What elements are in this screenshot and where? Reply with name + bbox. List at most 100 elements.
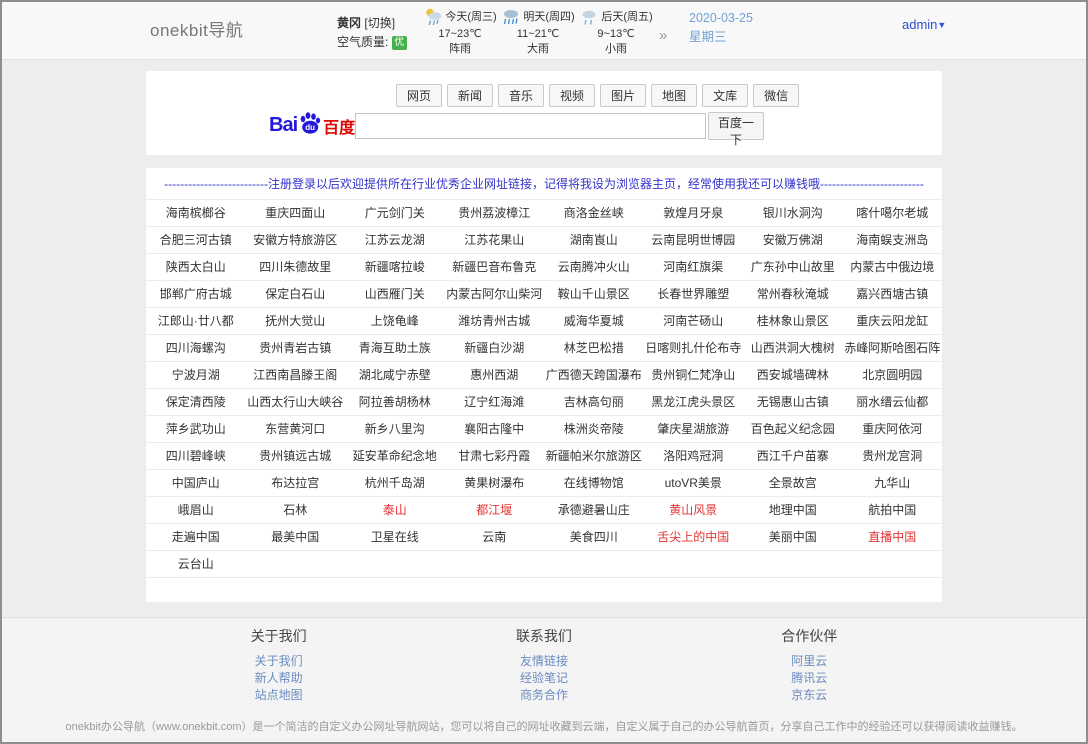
nav-link[interactable]: 最美中国 [246, 524, 346, 550]
nav-link[interactable]: 株洲炎帝陵 [544, 416, 644, 442]
nav-link[interactable]: 阿拉善胡杨林 [345, 389, 445, 415]
weather-more-arrow-icon[interactable]: » [659, 27, 667, 44]
search-tab-视频[interactable]: 视频 [549, 84, 595, 107]
nav-link[interactable]: 杭州千岛湖 [345, 470, 445, 496]
nav-link[interactable]: 黑龙江虎头景区 [644, 389, 744, 415]
nav-link[interactable]: 安徽方特旅游区 [246, 227, 346, 253]
nav-link[interactable]: 四川碧峰峡 [146, 443, 246, 469]
nav-link[interactable]: 江苏花果山 [445, 227, 545, 253]
nav-link[interactable]: 东营黄河口 [246, 416, 346, 442]
nav-link[interactable]: 美食四川 [544, 524, 644, 550]
nav-link[interactable]: 在线博物馆 [544, 470, 644, 496]
nav-link[interactable]: 陕西太白山 [146, 254, 246, 280]
nav-link[interactable]: utoVR美景 [644, 470, 744, 496]
nav-link[interactable]: 河南芒砀山 [644, 308, 744, 334]
nav-link[interactable]: 贵州青岩古镇 [246, 335, 346, 361]
nav-link[interactable]: 云南 [445, 524, 545, 550]
user-menu[interactable]: admin▼ [902, 17, 946, 32]
footer-link[interactable]: 关于我们 [146, 653, 411, 670]
nav-link[interactable]: 嘉兴西塘古镇 [843, 281, 943, 307]
nav-link[interactable]: 卫星在线 [345, 524, 445, 550]
nav-link[interactable]: 百色起义纪念园 [743, 416, 843, 442]
nav-link[interactable]: 四川海螺沟 [146, 335, 246, 361]
nav-link[interactable]: 河南红旗渠 [644, 254, 744, 280]
nav-link[interactable]: 舌尖上的中国 [644, 524, 744, 550]
search-tab-新闻[interactable]: 新闻 [447, 84, 493, 107]
nav-link[interactable]: 贵州镇远古城 [246, 443, 346, 469]
nav-link[interactable]: 喀什噶尔老城 [843, 200, 943, 226]
nav-link[interactable]: 保定清西陵 [146, 389, 246, 415]
nav-link[interactable]: 吉林高句丽 [544, 389, 644, 415]
footer-link[interactable]: 阿里云 [677, 653, 942, 670]
footer-link[interactable]: 京东云 [677, 687, 942, 704]
nav-link[interactable]: 承德避暑山庄 [544, 497, 644, 523]
search-tab-网页[interactable]: 网页 [396, 84, 442, 107]
footer-link[interactable]: 新人帮助 [146, 670, 411, 687]
nav-link[interactable]: 广元剑门关 [345, 200, 445, 226]
nav-link[interactable]: 甘肃七彩丹霞 [445, 443, 545, 469]
nav-link[interactable]: 山西雁门关 [345, 281, 445, 307]
nav-link[interactable]: 走遍中国 [146, 524, 246, 550]
nav-link[interactable]: 山西洪洞大槐树 [743, 335, 843, 361]
footer-link[interactable]: 经验笔记 [411, 670, 676, 687]
nav-link[interactable]: 合肥三河古镇 [146, 227, 246, 253]
nav-link[interactable]: 广西德天跨国瀑布 [544, 362, 644, 388]
nav-link[interactable]: 赤峰阿斯哈图石阵 [843, 335, 943, 361]
nav-link[interactable]: 全景故宫 [743, 470, 843, 496]
nav-link[interactable]: 宁波月湖 [146, 362, 246, 388]
nav-link[interactable]: 日喀则扎什伦布寺 [644, 335, 744, 361]
nav-link[interactable]: 潍坊青州古城 [445, 308, 545, 334]
nav-link[interactable]: 威海华夏城 [544, 308, 644, 334]
baidu-logo[interactable]: Bai du 百度 [269, 111, 355, 140]
nav-link[interactable]: 安徽万佛湖 [743, 227, 843, 253]
nav-link[interactable]: 新乡八里沟 [345, 416, 445, 442]
nav-link[interactable]: 内蒙古中俄边境 [843, 254, 943, 280]
footer-link[interactable]: 站点地图 [146, 687, 411, 704]
nav-link[interactable]: 直播中国 [843, 524, 943, 550]
search-tab-图片[interactable]: 图片 [600, 84, 646, 107]
footer-link[interactable]: 商务合作 [411, 687, 676, 704]
nav-link[interactable]: 林芝巴松措 [544, 335, 644, 361]
nav-link[interactable]: 抚州大觉山 [246, 308, 346, 334]
nav-link[interactable]: 丽水缙云仙都 [843, 389, 943, 415]
nav-link[interactable]: 黄果树瀑布 [445, 470, 545, 496]
nav-link[interactable]: 新疆白沙湖 [445, 335, 545, 361]
nav-link[interactable]: 重庆阿依河 [843, 416, 943, 442]
nav-link[interactable]: 黄山风景 [644, 497, 744, 523]
nav-link[interactable]: 航拍中国 [843, 497, 943, 523]
nav-link[interactable]: 敦煌月牙泉 [644, 200, 744, 226]
nav-link[interactable]: 延安革命纪念地 [345, 443, 445, 469]
nav-link[interactable]: 商洛金丝峡 [544, 200, 644, 226]
nav-link[interactable]: 新疆喀拉峻 [345, 254, 445, 280]
nav-link[interactable]: 湖南崀山 [544, 227, 644, 253]
nav-link[interactable]: 西江千户苗寨 [743, 443, 843, 469]
nav-link[interactable]: 泰山 [345, 497, 445, 523]
nav-link[interactable]: 江郎山·廿八都 [146, 308, 246, 334]
nav-link[interactable]: 贵州铜仁梵净山 [644, 362, 744, 388]
nav-link[interactable]: 新疆帕米尔旅游区 [544, 443, 644, 469]
nav-link[interactable]: 肇庆星湖旅游 [644, 416, 744, 442]
nav-link[interactable]: 海南槟榔谷 [146, 200, 246, 226]
nav-link[interactable]: 银川水洞沟 [743, 200, 843, 226]
nav-link[interactable]: 襄阳古隆中 [445, 416, 545, 442]
nav-link[interactable]: 西安城墙碑林 [743, 362, 843, 388]
nav-link[interactable]: 山西太行山大峡谷 [246, 389, 346, 415]
nav-link[interactable]: 云南昆明世博园 [644, 227, 744, 253]
nav-link[interactable]: 长春世界雕塑 [644, 281, 744, 307]
nav-link[interactable]: 江苏云龙湖 [345, 227, 445, 253]
nav-link[interactable]: 新疆巴音布鲁克 [445, 254, 545, 280]
search-tab-文库[interactable]: 文库 [702, 84, 748, 107]
nav-link[interactable]: 惠州西湖 [445, 362, 545, 388]
nav-link[interactable]: 峨眉山 [146, 497, 246, 523]
nav-link[interactable]: 中国庐山 [146, 470, 246, 496]
nav-link[interactable]: 石林 [246, 497, 346, 523]
nav-link[interactable]: 湖北咸宁赤壁 [345, 362, 445, 388]
nav-link[interactable]: 重庆云阳龙缸 [843, 308, 943, 334]
nav-link[interactable]: 广东孙中山故里 [743, 254, 843, 280]
nav-link[interactable]: 邯郸广府古城 [146, 281, 246, 307]
nav-link[interactable]: 云南腾冲火山 [544, 254, 644, 280]
nav-link[interactable]: 常州春秋淹城 [743, 281, 843, 307]
nav-link[interactable]: 四川朱德故里 [246, 254, 346, 280]
nav-link[interactable]: 内蒙古阿尔山柴河 [445, 281, 545, 307]
nav-link[interactable]: 北京圆明园 [843, 362, 943, 388]
